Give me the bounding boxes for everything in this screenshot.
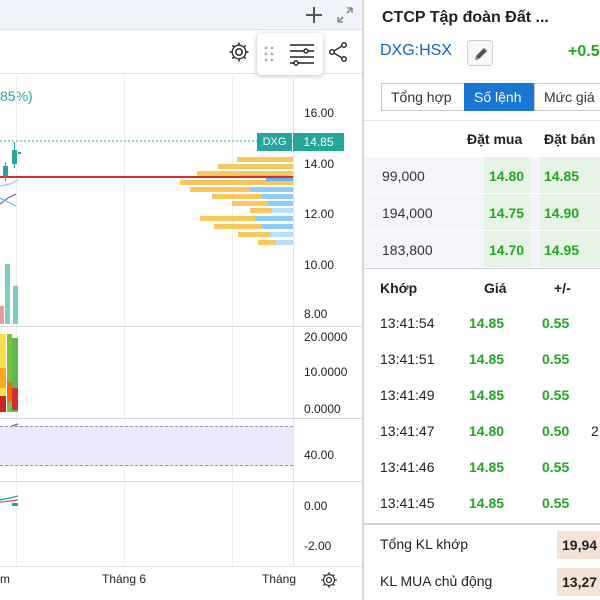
trade-change: 0.55 xyxy=(542,495,570,511)
rsi-axis-label: 40.00 xyxy=(304,448,335,462)
volume-axis-label: 20.0000 xyxy=(304,330,348,344)
trade-time: 13:41:49 xyxy=(380,387,435,403)
trade-price: 14.80 xyxy=(469,423,505,439)
depth-row[interactable]: 194,000 14.75 14.90 xyxy=(364,194,600,230)
price-axis-label: 14.00 xyxy=(304,157,335,171)
trade-row[interactable]: 13:41:45 14.85 0.55 xyxy=(364,485,600,521)
depth-volume: 194,000 xyxy=(382,205,433,221)
trade-time: 13:41:51 xyxy=(380,351,435,367)
trade-time: 13:41:47 xyxy=(380,423,435,439)
total-matched-label: Tổng KL khớp xyxy=(380,536,469,552)
ask-cell[interactable]: 14.85 xyxy=(540,157,600,193)
trade-row[interactable]: 13:41:47 14.80 0.50 2 xyxy=(364,413,600,449)
bid-price: 14.75 xyxy=(489,205,525,221)
chart-top-bar xyxy=(0,0,362,30)
divider xyxy=(364,120,600,121)
chart-pane[interactable]: 85%) xyxy=(0,0,363,600)
trade-change: 0.50 xyxy=(542,423,570,439)
macd-axis-label: 0.00 xyxy=(304,499,328,513)
macd-axis-label: -2.00 xyxy=(304,539,332,553)
expand-icon[interactable] xyxy=(334,4,356,26)
share-icon[interactable] xyxy=(326,40,350,64)
price-axis-label: 10.00 xyxy=(304,258,335,272)
trade-time: 13:41:45 xyxy=(380,495,435,511)
volume-axis-label: 10.0000 xyxy=(304,365,348,379)
ask-price: 14.90 xyxy=(544,205,580,221)
trade-change: 0.55 xyxy=(542,315,570,331)
depth-volume: 99,000 xyxy=(382,168,425,184)
time-axis[interactable]: m Tháng 6 Tháng xyxy=(0,566,362,600)
indicator-lines-icon[interactable] xyxy=(287,39,317,69)
trade-price: 14.85 xyxy=(469,351,505,367)
ask-price: 14.85 xyxy=(544,168,580,184)
bid-price: 14.70 xyxy=(489,242,525,258)
last-price-tag: DXG 14.85 xyxy=(257,133,344,151)
total-matched-value: 19,94 xyxy=(557,531,600,559)
plus-icon[interactable] xyxy=(303,4,325,26)
trade-time: 13:41:46 xyxy=(380,459,435,475)
ask-header: Đặt bán xyxy=(544,131,596,147)
ticker-link[interactable]: DXG:HSX xyxy=(380,42,452,60)
ask-price: 14.95 xyxy=(544,242,580,258)
bid-cell[interactable]: 14.80 xyxy=(484,157,530,193)
tab-price-level[interactable]: Mức giá xyxy=(534,83,600,111)
pencil-icon xyxy=(475,48,487,60)
trade-row[interactable]: 13:41:49 14.85 0.55 xyxy=(364,377,600,413)
trade-price: 14.85 xyxy=(469,315,505,331)
trade-row[interactable]: 13:41:46 14.85 0.55 xyxy=(364,449,600,485)
rsi-band xyxy=(0,426,293,466)
depth-row[interactable]: 99,000 14.80 14.85 xyxy=(364,157,600,193)
time-axis-label: Tháng xyxy=(262,572,297,586)
trade-change-header: +/- xyxy=(554,280,571,296)
drawing-tools-popup[interactable] xyxy=(257,33,323,75)
price-axis-label: 8.00 xyxy=(304,307,328,321)
divider xyxy=(364,268,600,269)
trade-change: 0.55 xyxy=(542,351,570,367)
time-axis-label: Tháng 6 xyxy=(102,572,147,586)
order-book-pane: CTCP Tập đoàn Đất ... DXG:HSX +0.5 Tổng … xyxy=(364,0,600,600)
tab-order-count[interactable]: Số lệnh xyxy=(464,83,535,111)
trade-price: 14.85 xyxy=(469,459,505,475)
bid-cell[interactable]: 14.75 xyxy=(484,194,530,230)
volume-profile xyxy=(180,157,293,245)
active-buy-label: KL MUA chủ động xyxy=(380,573,493,589)
price-tag-value: 14.85 xyxy=(293,133,344,151)
depth-volume: 183,800 xyxy=(382,242,433,258)
gear-icon[interactable] xyxy=(227,40,251,64)
company-name: CTCP Tập đoàn Đất ... xyxy=(382,9,549,26)
gear-icon[interactable] xyxy=(319,570,339,590)
trade-change: 0.55 xyxy=(542,387,570,403)
price-axis-label: 12.00 xyxy=(304,207,335,221)
price-tag-symbol: DXG xyxy=(257,133,292,151)
bid-price: 14.80 xyxy=(489,168,525,184)
active-buy-value: 13,27 xyxy=(557,568,600,596)
time-axis-label: m xyxy=(0,572,10,586)
trade-volume: 2 xyxy=(591,423,599,439)
ask-cell[interactable]: 14.90 xyxy=(540,194,600,230)
price-axis-label: 16.00 xyxy=(304,106,335,120)
trade-price-header: Giá xyxy=(484,280,507,296)
tab-summary[interactable]: Tổng hợp xyxy=(381,83,465,111)
trade-price: 14.85 xyxy=(469,387,505,403)
trade-row[interactable]: 13:41:54 14.85 0.55 xyxy=(364,305,600,341)
trade-price: 14.85 xyxy=(469,495,505,511)
volume-axis-label: 0.0000 xyxy=(304,402,341,416)
totals-panel: Tổng KL khớp 19,94 KL MUA chủ động 13,27 xyxy=(364,523,600,600)
bid-cell[interactable]: 14.70 xyxy=(484,231,530,267)
trade-change: 0.55 xyxy=(542,459,570,475)
price-change: +0.5 xyxy=(568,43,600,60)
ask-cell[interactable]: 14.95 xyxy=(540,231,600,267)
trade-row[interactable]: 13:41:51 14.85 0.55 xyxy=(364,341,600,377)
trade-time: 13:41:54 xyxy=(380,315,435,331)
depth-row[interactable]: 183,800 14.70 14.95 xyxy=(364,231,600,267)
drag-handle-icon[interactable] xyxy=(263,44,275,64)
price-chart-canvas[interactable] xyxy=(0,76,293,566)
edit-button[interactable] xyxy=(467,40,493,66)
trade-time-header: Khớp xyxy=(380,280,418,296)
bid-header: Đặt mua xyxy=(467,131,523,147)
